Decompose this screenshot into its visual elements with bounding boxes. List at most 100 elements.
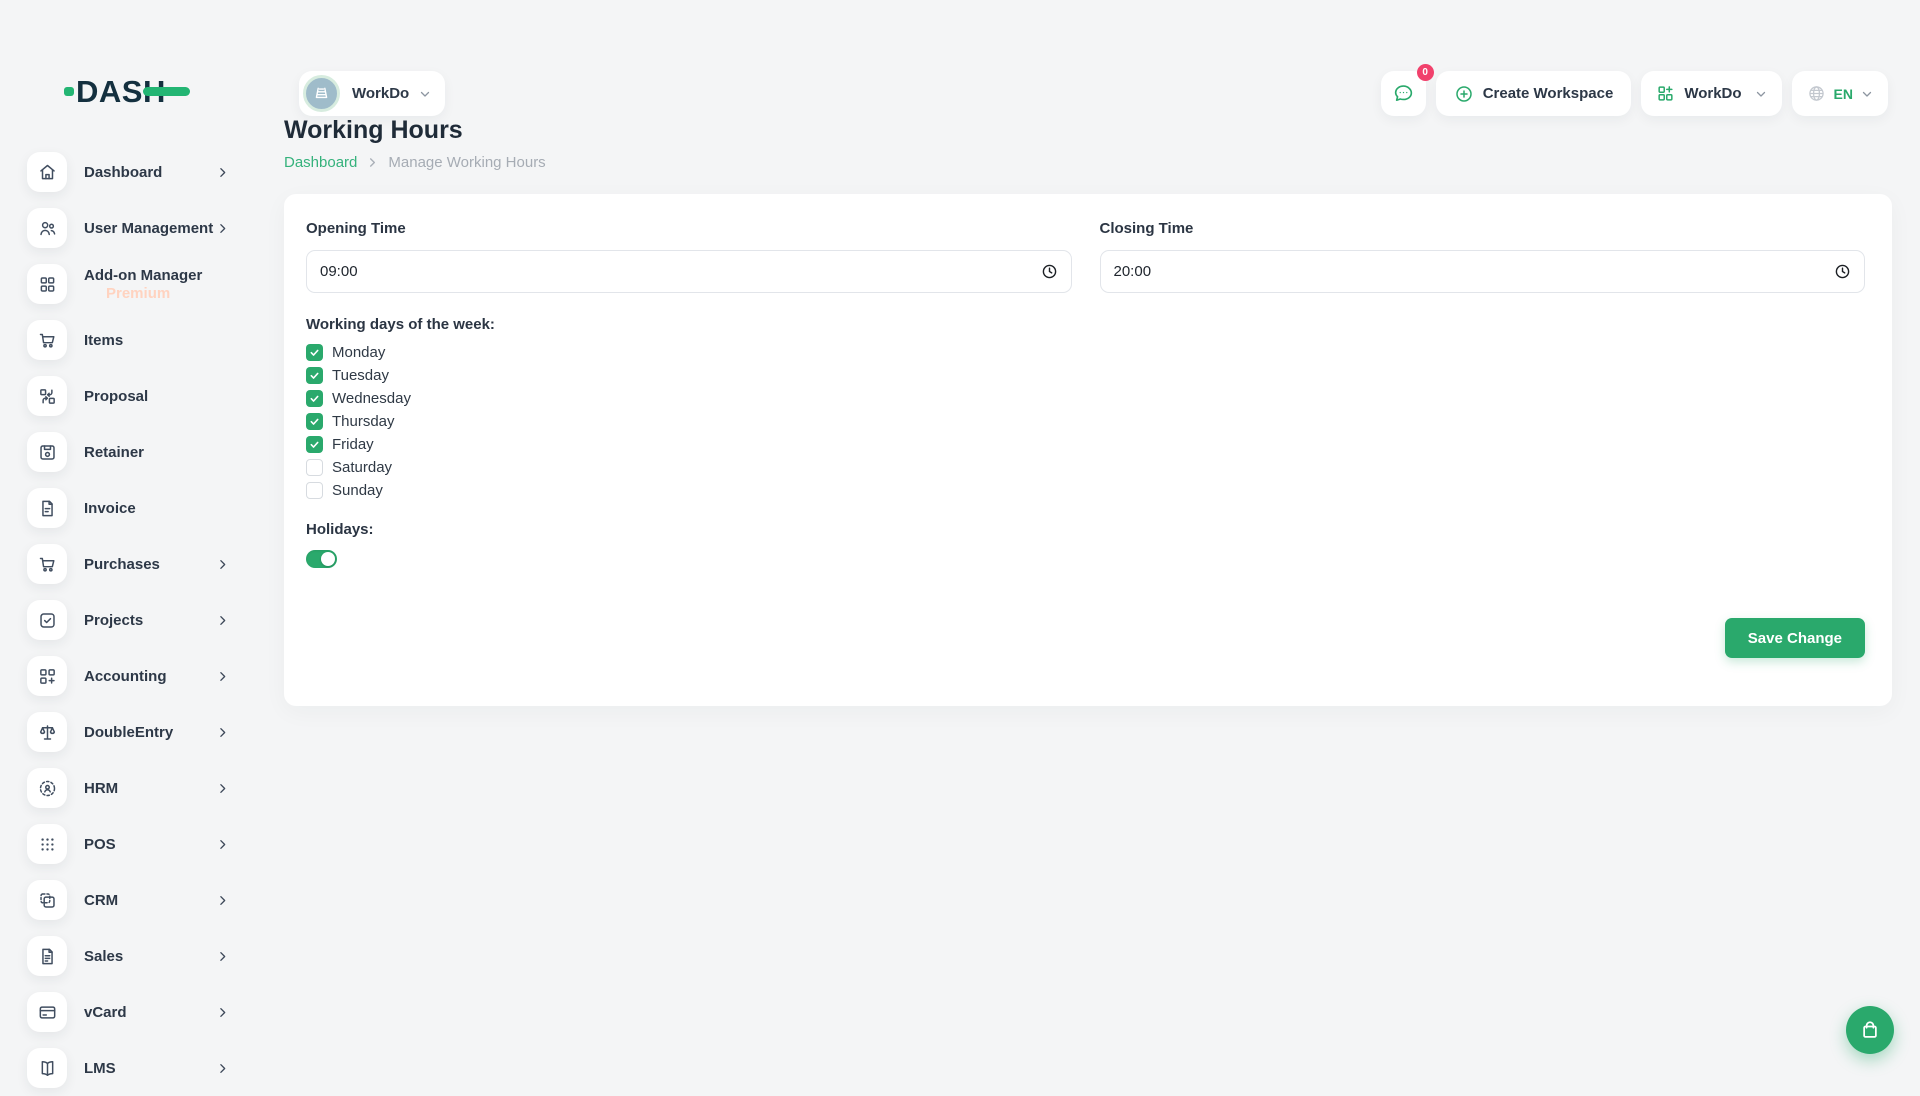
sidebar-item-items[interactable]: Items xyxy=(0,312,257,368)
save-change-button[interactable]: Save Change xyxy=(1725,618,1865,658)
workspace-dropdown[interactable]: WorkDo xyxy=(1641,71,1781,116)
sidebar-item-label: vCard xyxy=(84,1003,127,1022)
projects-icon xyxy=(27,600,67,640)
sidebar-item-lms[interactable]: LMS xyxy=(0,1040,257,1096)
users-icon xyxy=(27,208,67,248)
sidebar-item-retainer[interactable]: Retainer xyxy=(0,424,257,480)
messages-button[interactable]: 0 xyxy=(1381,71,1426,116)
globe-icon xyxy=(1807,84,1826,103)
chevron-right-icon xyxy=(216,222,229,235)
sidebar-item-label: CRM xyxy=(84,891,118,910)
lms-icon xyxy=(27,1048,67,1088)
sales-icon xyxy=(27,936,67,976)
checkbox-monday[interactable] xyxy=(306,344,323,361)
home-icon xyxy=(27,152,67,192)
main-content: Working Hours Dashboard Manage Working H… xyxy=(284,116,1892,706)
working-hours-card: Opening Time Closing Time Working xyxy=(284,194,1892,706)
day-row-thursday: Thursday xyxy=(306,413,1865,430)
breadcrumb-current: Manage Working Hours xyxy=(388,154,545,171)
sidebar-item-label: Dashboard xyxy=(84,163,162,182)
sidebar-item-add-on-manager[interactable]: Add-on ManagerPremium xyxy=(0,256,257,312)
workspace-avatar xyxy=(303,75,340,112)
invoice-icon xyxy=(27,488,67,528)
cart-icon xyxy=(27,544,67,584)
chevron-right-icon xyxy=(216,950,229,963)
day-row-wednesday: Wednesday xyxy=(306,390,1865,407)
chevron-down-icon xyxy=(419,88,431,100)
sidebar-item-dashboard[interactable]: Dashboard xyxy=(0,144,257,200)
cart-fab-button[interactable] xyxy=(1846,1006,1894,1054)
day-label: Saturday xyxy=(332,459,392,476)
sidebar-item-label: Items xyxy=(84,331,123,350)
language-code: EN xyxy=(1834,86,1853,102)
accounting-icon xyxy=(27,656,67,696)
workspace-name: WorkDo xyxy=(352,85,409,102)
logo-dash-icon xyxy=(143,87,190,96)
sidebar-item-label: Projects xyxy=(84,611,143,630)
sidebar-item-pos[interactable]: POS xyxy=(0,816,257,872)
sidebar-item-purchases[interactable]: Purchases xyxy=(0,536,257,592)
chevron-right-icon xyxy=(216,1006,229,1019)
chevron-right-icon xyxy=(216,166,229,179)
sidebar-item-label: Retainer xyxy=(84,443,144,462)
sidebar-item-user-management[interactable]: User Management xyxy=(0,200,257,256)
sidebar-item-invoice[interactable]: Invoice xyxy=(0,480,257,536)
closing-time-label: Closing Time xyxy=(1100,220,1866,237)
sidebar-item-label: POS xyxy=(84,835,116,854)
shopping-bag-icon xyxy=(1859,1019,1881,1041)
building-icon xyxy=(311,83,332,104)
crm-icon xyxy=(27,880,67,920)
day-label: Sunday xyxy=(332,482,383,499)
checkbox-sunday[interactable] xyxy=(306,482,323,499)
scale-icon xyxy=(27,712,67,752)
day-label: Wednesday xyxy=(332,390,411,407)
sidebar-item-doubleentry[interactable]: DoubleEntry xyxy=(0,704,257,760)
chevron-right-icon xyxy=(216,894,229,907)
opening-time-input[interactable] xyxy=(306,250,1072,293)
chevron-right-icon xyxy=(216,558,229,571)
sidebar-item-label: Sales xyxy=(84,947,123,966)
sidebar-item-label: Invoice xyxy=(84,499,136,518)
holidays-toggle[interactable] xyxy=(306,550,337,568)
create-workspace-button[interactable]: Create Workspace xyxy=(1436,71,1632,116)
checkbox-wednesday[interactable] xyxy=(306,390,323,407)
sidebar-item-vcard[interactable]: vCard xyxy=(0,984,257,1040)
cart-icon xyxy=(27,320,67,360)
proposal-icon xyxy=(27,376,67,416)
sidebar-item-accounting[interactable]: Accounting xyxy=(0,648,257,704)
app-logo[interactable]: DASH xyxy=(64,72,166,110)
chevron-right-icon xyxy=(216,670,229,683)
working-days-label: Working days of the week: xyxy=(306,316,1865,333)
checkbox-thursday[interactable] xyxy=(306,413,323,430)
checkbox-friday[interactable] xyxy=(306,436,323,453)
sidebar-item-hrm[interactable]: HRM xyxy=(0,760,257,816)
sidebar-item-sales[interactable]: Sales xyxy=(0,928,257,984)
language-selector[interactable]: EN xyxy=(1792,71,1888,116)
sidebar-item-label: Accounting xyxy=(84,667,167,686)
chevron-right-icon xyxy=(216,838,229,851)
chat-icon xyxy=(1392,82,1415,105)
create-workspace-label: Create Workspace xyxy=(1483,85,1614,102)
sidebar: DASH DashboardUser ManagementAdd-on Mana… xyxy=(0,0,257,1080)
day-row-friday: Friday xyxy=(306,436,1865,453)
sidebar-item-label: DoubleEntry xyxy=(84,723,173,742)
chevron-right-icon xyxy=(367,157,378,168)
sidebar-item-crm[interactable]: CRM xyxy=(0,872,257,928)
checkbox-saturday[interactable] xyxy=(306,459,323,476)
grid-plus-icon xyxy=(1656,84,1675,103)
sidebar-item-projects[interactable]: Projects xyxy=(0,592,257,648)
workspace-dropdown-label: WorkDo xyxy=(1684,85,1741,102)
workspace-selector[interactable]: WorkDo xyxy=(299,71,445,116)
holidays-label: Holidays: xyxy=(306,521,1865,538)
sidebar-item-label: Proposal xyxy=(84,387,148,406)
chevron-down-icon xyxy=(1861,88,1873,100)
sidebar-item-proposal[interactable]: Proposal xyxy=(0,368,257,424)
chevron-down-icon xyxy=(1755,88,1767,100)
page-title: Working Hours xyxy=(284,116,1892,145)
sidebar-item-label: Add-on Manager xyxy=(84,266,202,285)
day-label: Friday xyxy=(332,436,374,453)
closing-time-input[interactable] xyxy=(1100,250,1866,293)
chevron-right-icon xyxy=(216,782,229,795)
checkbox-tuesday[interactable] xyxy=(306,367,323,384)
breadcrumb-dashboard-link[interactable]: Dashboard xyxy=(284,154,357,171)
